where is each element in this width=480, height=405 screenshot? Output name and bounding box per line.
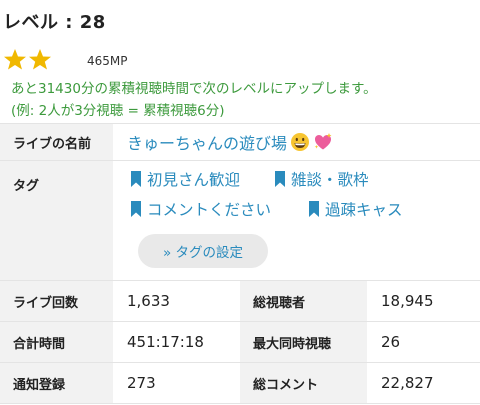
tag-settings-button[interactable]: » タグの設定 — [138, 234, 268, 268]
level-hint: あと31430分の累積視聴時間で次のレベルにアップします。 — [11, 81, 377, 97]
stat-label-total-time: 合計時間 — [0, 322, 113, 362]
stat-value-max-concurrent: 26 — [381, 333, 401, 351]
stat-value-total-comments: 22,827 — [381, 374, 434, 392]
info-table: ライブの名前 きゅーちゃんの遊び場 タグ 初見さん歓迎 雑談・歌枠 コメントくだ… — [0, 123, 480, 404]
level-hint-example: (例: 2人が3分視聴 = 累積視聴6分) — [11, 103, 225, 119]
tag-item[interactable]: コメントください — [130, 198, 271, 220]
stats-row: 合計時間 451:17:18 最大同時視聴 26 — [0, 322, 480, 363]
stat-label-total-comments: 総コメント — [240, 363, 367, 403]
mp-points: 465MP — [87, 54, 128, 68]
stats-row: ライブ回数 1,633 総視聴者 18,945 — [0, 281, 480, 322]
bookmark-icon — [130, 170, 142, 188]
tags-label: タグ — [0, 161, 113, 280]
tag-item[interactable]: 初見さん歓迎 — [130, 168, 240, 190]
stats-row: 通知登録 273 総コメント 22,827 — [0, 363, 480, 404]
stat-value-total-viewers: 18,945 — [381, 292, 434, 310]
stat-value-subscribers: 273 — [127, 374, 156, 392]
stream-name-label: ライブの名前 — [0, 124, 113, 160]
sparkling-heart-icon — [313, 132, 333, 152]
stat-label-max-concurrent: 最大同時視聴 — [240, 322, 367, 362]
tag-item[interactable]: 過疎キャス — [308, 198, 403, 220]
grinning-face-icon — [290, 132, 310, 152]
stat-label-broadcasts: ライブ回数 — [0, 281, 113, 321]
tag-item[interactable]: 雑談・歌枠 — [274, 168, 369, 190]
level-title: レベル : 28 — [3, 12, 106, 33]
bookmark-icon — [130, 200, 142, 218]
stat-label-subscribers: 通知登録 — [0, 363, 113, 403]
stat-value-total-time: 451:17:18 — [127, 333, 204, 351]
stat-value-broadcasts: 1,633 — [127, 292, 170, 310]
rating-row: 465MP — [3, 46, 128, 70]
stream-name-link[interactable]: きゅーちゃんの遊び場 — [127, 130, 333, 154]
bookmark-icon — [274, 170, 286, 188]
stat-label-total-viewers: 総視聴者 — [240, 281, 367, 321]
bookmark-icon — [308, 200, 320, 218]
star-icon — [28, 48, 52, 70]
stream-name-text: きゅーちゃんの遊び場 — [127, 134, 288, 153]
tags-row: タグ 初見さん歓迎 雑談・歌枠 コメントください 過疎キャス » タグの設定 — [0, 161, 480, 281]
star-icon — [3, 48, 27, 70]
stream-name-row: ライブの名前 きゅーちゃんの遊び場 — [0, 124, 480, 161]
